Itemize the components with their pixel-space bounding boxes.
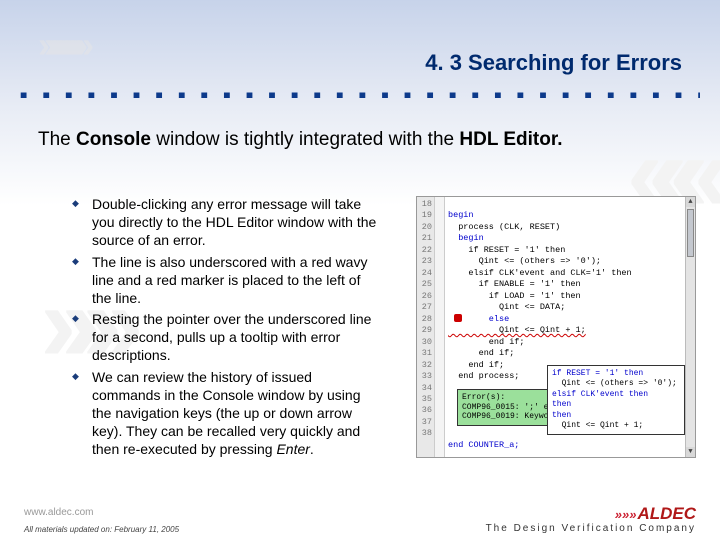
bullet-item: Double-clicking any error message will t… [72,196,382,250]
bullet-item: The line is also underscored with a red … [72,254,382,308]
line-number-gutter: 181920 212223 242526 272829 303132 33343… [417,197,435,457]
slide-title: 4. 3 Searching for Errors [38,50,682,76]
footer-updated: All materials updated on: February 11, 2… [24,525,179,534]
slide: »»» ««« »»»»»»» 4. 3 Searching for Error… [0,0,720,540]
footer-tagline: The Design Verification Company [486,523,696,534]
vertical-scrollbar[interactable]: ▲ ▼ [685,197,695,457]
divider-dots: ■ ■ ■ ■ ■ ■ ■ ■ ■ ■ ■ ■ ■ ■ ■ ■ ■ ■ ■ ■ … [20,88,700,98]
aldec-logo: »»»ALDEC [615,504,696,524]
code-popup: if RESET = '1' then Qint <= (others => '… [547,365,685,435]
bullet-list: Double-clicking any error message will t… [72,196,382,463]
footer-url: www.aldec.com [24,507,93,518]
logo-chevron-icon: »»» [615,507,637,522]
intro-text: The Console window is tightly integrated… [38,128,682,152]
bullet-item: Resting the pointer over the underscored… [72,311,382,365]
scroll-up-icon[interactable]: ▲ [686,197,695,207]
footer: www.aldec.com All materials updated on: … [0,502,720,540]
bullet-item: We can review the history of issued comm… [72,369,382,459]
scroll-down-icon[interactable]: ▼ [686,447,695,457]
marker-gutter [435,197,445,457]
scroll-thumb[interactable] [687,209,694,257]
code-editor-screenshot: 181920 212223 242526 272829 303132 33343… [416,196,696,458]
